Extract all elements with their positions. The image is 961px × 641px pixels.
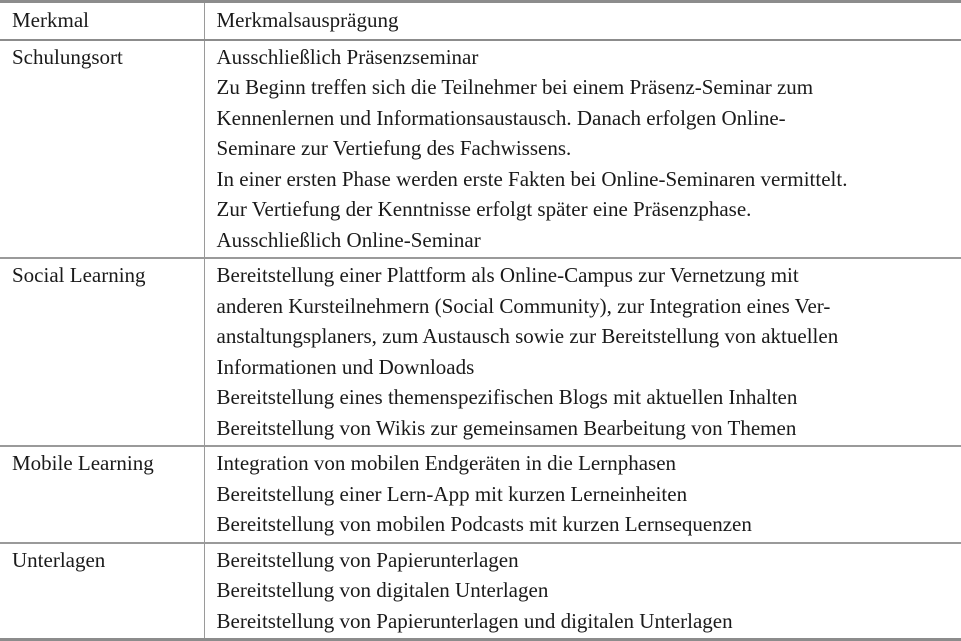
table-row-mobile-learning: Mobile Learning Integration von mobilen …: [0, 446, 961, 543]
characteristic-line: Informationen und Downloads: [217, 352, 961, 383]
characteristic-line: Bereitstellung einer Lern-App mit kurzen…: [217, 479, 961, 510]
header-feature: Merkmal: [0, 2, 204, 40]
feature-table-container: Merkmal Merkmalsausprägung Schulungsort …: [0, 0, 961, 641]
characteristic-line: Zu Beginn treffen sich die Teilnehmer be…: [217, 72, 961, 103]
characteristic-line: Bereitstellung von digitalen Unterlagen: [217, 575, 961, 606]
row-feature-label: Mobile Learning: [0, 446, 204, 543]
characteristic-line: Seminare zur Vertiefung des Fachwissens.: [217, 133, 961, 164]
characteristic-line: Integration von mobilen Endgeräten in di…: [217, 448, 961, 479]
characteristic-line: Ausschließlich Online-Seminar: [217, 225, 961, 256]
characteristic-line: Bereitstellung von mobilen Podcasts mit …: [217, 509, 961, 540]
row-characteristics: Bereitstellung von Papierunterlagen Bere…: [204, 543, 961, 640]
characteristic-line: Bereitstellung von Papierunterlagen und …: [217, 606, 961, 637]
characteristic-line: Bereitstellung von Papierunterlagen: [217, 545, 961, 576]
table-header-row: Merkmal Merkmalsausprägung: [0, 2, 961, 40]
characteristic-line: Bereitstellung einer Plattform als Onlin…: [217, 260, 961, 291]
characteristic-line: Bereitstellung eines themenspezifischen …: [217, 382, 961, 413]
characteristic-line: Kennenlernen und Informationsaustausch. …: [217, 103, 961, 134]
row-characteristics: Bereitstellung einer Plattform als Onlin…: [204, 258, 961, 446]
row-feature-label: Social Learning: [0, 258, 204, 446]
table-row-schulungsort: Schulungsort Ausschließlich Präsenzsemin…: [0, 40, 961, 259]
characteristic-line: Zur Vertiefung der Kenntnisse erfolgt sp…: [217, 194, 961, 225]
characteristic-line: Ausschließlich Präsenzseminar: [217, 42, 961, 73]
characteristic-line: In einer ersten Phase werden erste Fakte…: [217, 164, 961, 195]
characteristic-line: anstaltungsplaners, zum Austausch sowie …: [217, 321, 961, 352]
row-characteristics: Integration von mobilen Endgeräten in di…: [204, 446, 961, 543]
row-characteristics: Ausschließlich Präsenzseminar Zu Beginn …: [204, 40, 961, 259]
header-characteristic: Merkmalsausprägung: [204, 2, 961, 40]
feature-table: Merkmal Merkmalsausprägung Schulungsort …: [0, 0, 961, 641]
table-row-unterlagen: Unterlagen Bereitstellung von Papierunte…: [0, 543, 961, 640]
row-feature-label: Schulungsort: [0, 40, 204, 259]
characteristic-line: Bereitstellung von Wikis zur gemeinsamen…: [217, 413, 961, 444]
table-row-social-learning: Social Learning Bereitstellung einer Pla…: [0, 258, 961, 446]
characteristic-line: anderen Kursteilnehmern (Social Communit…: [217, 291, 961, 322]
row-feature-label: Unterlagen: [0, 543, 204, 640]
